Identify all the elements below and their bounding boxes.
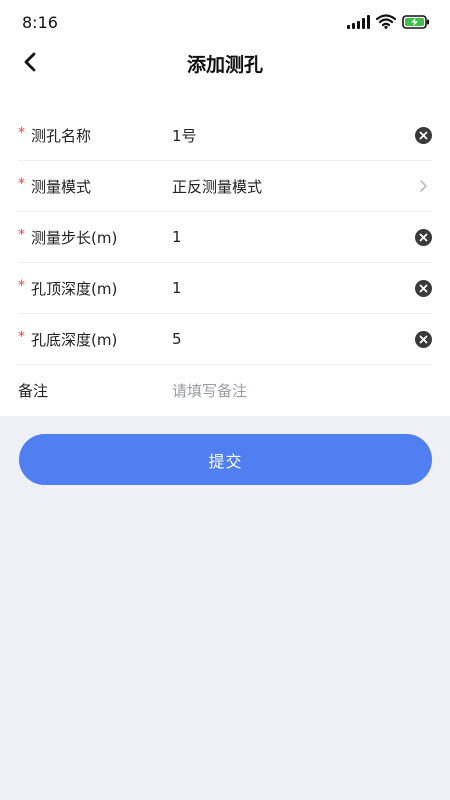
field-label: * 测量步长(m) <box>18 227 172 248</box>
nav-bar: 添加测孔 <box>0 40 450 84</box>
chevron-right-icon <box>416 178 430 194</box>
clear-icon[interactable] <box>414 126 432 144</box>
field-label: * 孔顶深度(m) <box>18 278 172 299</box>
form-row-top-depth[interactable]: * 孔顶深度(m) 1 <box>18 263 432 314</box>
clear-icon[interactable] <box>414 228 432 246</box>
required-mark: * <box>18 176 25 192</box>
hole-form: * 测孔名称 1号 * 测量模式 正反测量模式 * 测量步长(m) 1 * 孔顶… <box>0 110 450 416</box>
clear-icon[interactable] <box>414 279 432 297</box>
header-background: 8:16 添加测孔 <box>0 0 450 110</box>
form-row-hole-name[interactable]: * 测孔名称 1号 <box>18 110 432 161</box>
field-label: 备注 <box>18 380 172 401</box>
clear-icon[interactable] <box>414 330 432 348</box>
hole-name-input[interactable]: 1号 <box>172 125 432 146</box>
signal-icon <box>347 14 370 29</box>
required-mark: * <box>18 227 25 243</box>
bottom-depth-input[interactable]: 5 <box>172 330 432 348</box>
label-text: 测量模式 <box>31 177 92 196</box>
form-row-step-length[interactable]: * 测量步长(m) 1 <box>18 212 432 263</box>
label-text: 孔顶深度(m) <box>31 279 118 298</box>
status-icons <box>347 14 430 29</box>
page-title: 添加测孔 <box>186 54 263 76</box>
remark-input[interactable]: 请填写备注 <box>172 380 432 401</box>
field-label: * 孔底深度(m) <box>18 329 172 350</box>
form-row-remark[interactable]: 备注 请填写备注 <box>18 365 432 416</box>
label-text: 测量步长(m) <box>31 228 118 247</box>
battery-charging-icon <box>402 14 429 29</box>
required-mark: * <box>18 125 25 141</box>
required-mark: * <box>18 278 25 294</box>
top-depth-input[interactable]: 1 <box>172 279 432 297</box>
field-label: * 测孔名称 <box>18 125 172 146</box>
step-length-input[interactable]: 1 <box>172 228 432 246</box>
required-mark: * <box>18 329 25 345</box>
form-row-bottom-depth[interactable]: * 孔底深度(m) 5 <box>18 314 432 365</box>
submit-button[interactable]: 提交 <box>19 434 432 485</box>
status-time: 8:16 <box>22 13 58 32</box>
measure-mode-select[interactable]: 正反测量模式 <box>172 176 432 197</box>
wifi-icon <box>376 14 396 29</box>
label-text: 孔底深度(m) <box>31 330 118 349</box>
form-row-measure-mode[interactable]: * 测量模式 正反测量模式 <box>18 161 432 212</box>
label-text: 测孔名称 <box>31 126 92 145</box>
field-label: * 测量模式 <box>18 176 172 197</box>
label-text: 备注 <box>18 382 49 400</box>
